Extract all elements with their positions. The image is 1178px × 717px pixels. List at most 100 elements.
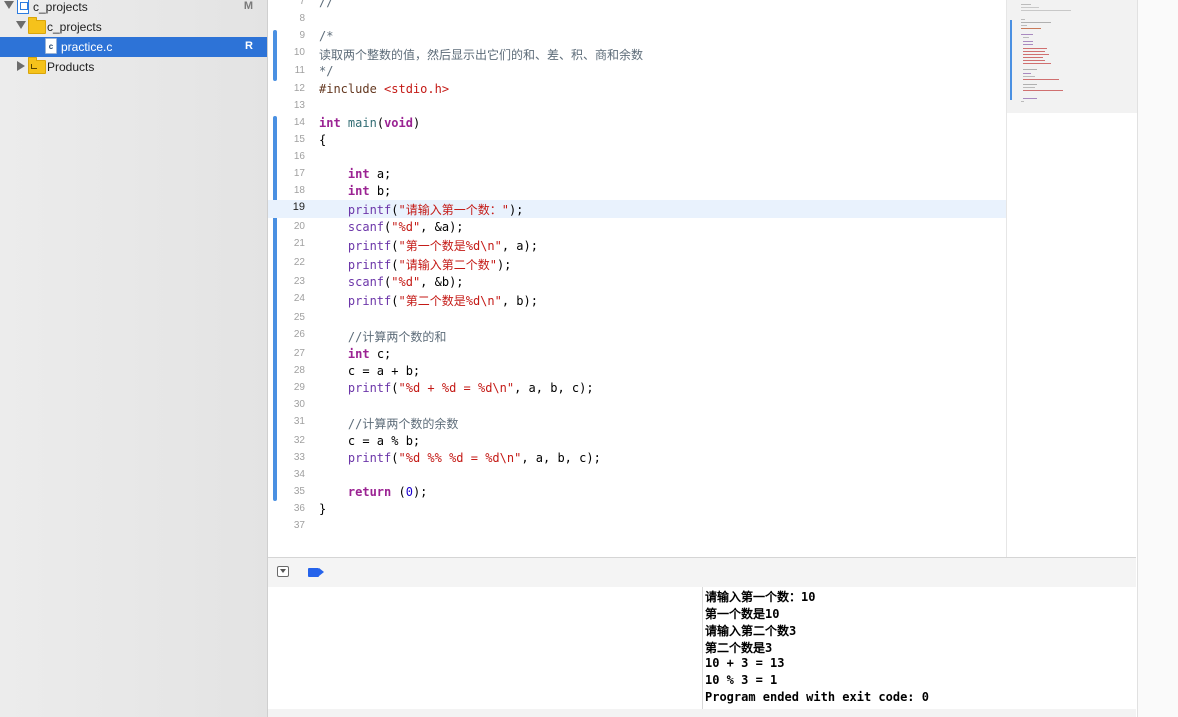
code-line[interactable]: 11 */ [268, 63, 1006, 81]
code-line[interactable]: 14 int main(void) [268, 115, 1006, 133]
code-text[interactable]: printf("%d %% %d = %d\n", a, b, c); [319, 451, 601, 465]
line-number[interactable]: 36 [268, 503, 305, 514]
code-line[interactable]: 17 int a; [268, 166, 1006, 184]
code-line[interactable]: 8 [268, 11, 1006, 29]
code-text[interactable]: printf("第一个数是%d\n", a); [319, 237, 538, 254]
code-line[interactable]: 13 [268, 98, 1006, 116]
code-text[interactable]: scanf("%d", &a); [319, 220, 464, 234]
code-text[interactable]: return (0); [319, 485, 428, 499]
code-line[interactable]: 15 { [268, 132, 1006, 150]
code-line[interactable]: 12 #include <stdio.h> [268, 81, 1006, 99]
line-number[interactable]: 29 [268, 382, 305, 393]
code-text[interactable]: printf("%d + %d = %d\n", a, b, c); [319, 381, 594, 395]
line-number[interactable]: 7 [268, 0, 305, 7]
code-text[interactable]: //计算两个数的余数 [319, 415, 458, 432]
line-number[interactable]: 27 [268, 348, 305, 359]
code-line[interactable]: 21 printf("第一个数是%d\n", a); [268, 236, 1006, 254]
code-line[interactable]: 30 [268, 397, 1006, 415]
code-line[interactable]: 10 读取两个整数的值，然后显示出它们的和、差、积、商和余数 [268, 45, 1006, 63]
code-text[interactable]: printf("请输入第一个数："); [319, 201, 524, 218]
code-line[interactable]: 33 printf("%d %% %d = %d\n", a, b, c); [268, 450, 1006, 468]
line-number[interactable]: 37 [268, 520, 305, 531]
code-text[interactable]: /* [319, 29, 333, 43]
code-text[interactable]: int main(void) [319, 116, 420, 130]
code-line[interactable]: 36} [268, 501, 1006, 519]
line-number[interactable]: 24 [268, 293, 305, 304]
code-line[interactable]: 32 c = a % b; [268, 433, 1006, 451]
code-text[interactable]: printf("请输入第二个数"); [319, 256, 512, 273]
code-text[interactable]: } [319, 502, 326, 516]
disclosure-triangle-icon[interactable] [16, 21, 26, 29]
line-number[interactable]: 20 [268, 221, 305, 232]
line-number[interactable]: 16 [268, 151, 305, 162]
line-number[interactable]: 35 [268, 486, 305, 497]
code-line[interactable]: 28 c = a + b; [268, 363, 1006, 381]
line-number[interactable]: 26 [268, 329, 305, 340]
line-number[interactable]: 32 [268, 435, 305, 446]
code-text[interactable]: int b; [319, 184, 391, 198]
code-line[interactable]: 27 int c; [268, 346, 1006, 364]
code-line[interactable]: 35 return (0); [268, 484, 1006, 502]
breakpoint-toggle-icon[interactable] [308, 568, 324, 577]
code-text[interactable]: #include <stdio.h> [319, 82, 449, 96]
code-line[interactable]: 19 printf("请输入第一个数："); [268, 200, 1006, 218]
line-number[interactable]: 21 [268, 238, 305, 249]
code-text[interactable]: c = a % b; [319, 434, 420, 448]
console-output[interactable]: 请输入第一个数：10 第一个数是10 请输入第二个数3 第二个数是3 10 + 3 = … [703, 587, 1136, 717]
nav-item-products[interactable]: Products [0, 57, 267, 77]
code-line[interactable]: 37 [268, 518, 1006, 536]
line-number[interactable]: 18 [268, 185, 305, 196]
line-number[interactable]: 13 [268, 100, 305, 111]
disclosure-triangle-icon[interactable] [17, 61, 25, 71]
line-number[interactable]: 23 [268, 276, 305, 287]
code-text[interactable]: { [319, 133, 326, 147]
code-line[interactable]: 23 scanf("%d", &b); [268, 274, 1006, 292]
console-line: 第二个数是3 [705, 641, 773, 655]
code-line[interactable]: 24 printf("第二个数是%d\n", b); [268, 291, 1006, 309]
code-text[interactable]: int a; [319, 167, 391, 181]
code-text[interactable]: int c; [319, 347, 391, 361]
line-number[interactable]: 33 [268, 452, 305, 463]
line-number[interactable]: 15 [268, 134, 305, 145]
line-number[interactable]: 34 [268, 469, 305, 480]
source-editor[interactable]: 7 // 8 9 /* 10 读取两个整数的值，然后显示出它们的和、差、积、商和余数 11 */… [268, 0, 1006, 557]
code-line[interactable]: 20 scanf("%d", &a); [268, 219, 1006, 237]
line-number[interactable]: 28 [268, 365, 305, 376]
code-line[interactable]: 18 int b; [268, 183, 1006, 201]
code-line[interactable]: 22 printf("请输入第二个数"); [268, 255, 1006, 273]
line-number[interactable]: 22 [268, 257, 305, 268]
disclosure-triangle-icon[interactable] [4, 1, 14, 9]
line-number[interactable]: 31 [268, 416, 305, 427]
nav-item-project[interactable]: c_projects M [0, 0, 267, 17]
code-text[interactable]: // [319, 0, 333, 9]
hide-debug-area-icon[interactable] [277, 566, 289, 577]
code-line[interactable]: 25 [268, 310, 1006, 328]
line-number[interactable]: 19 [268, 201, 305, 213]
code-text[interactable]: c = a + b; [319, 364, 420, 378]
line-number[interactable]: 8 [268, 13, 305, 24]
code-text[interactable]: scanf("%d", &b); [319, 275, 464, 289]
code-line[interactable]: 31 //计算两个数的余数 [268, 414, 1006, 432]
nav-item-file-selected[interactable]: c practice.c R [0, 37, 267, 57]
line-number[interactable]: 11 [268, 65, 305, 76]
line-number[interactable]: 12 [268, 83, 305, 94]
line-number[interactable]: 17 [268, 168, 305, 179]
minimap-line [1023, 63, 1051, 65]
line-number[interactable]: 10 [268, 47, 305, 58]
minimap[interactable] [1006, 0, 1137, 557]
code-text[interactable]: */ [319, 64, 333, 78]
code-text[interactable]: 读取两个整数的值，然后显示出它们的和、差、积、商和余数 [319, 46, 643, 63]
code-text[interactable]: //计算两个数的和 [319, 328, 446, 345]
line-number[interactable]: 14 [268, 117, 305, 128]
code-line[interactable]: 29 printf("%d + %d = %d\n", a, b, c); [268, 380, 1006, 398]
nav-item-group[interactable]: c_projects [0, 17, 267, 37]
code-line[interactable]: 34 [268, 467, 1006, 485]
line-number[interactable]: 30 [268, 399, 305, 410]
line-number[interactable]: 9 [268, 30, 305, 41]
code-line[interactable]: 9 /* [268, 28, 1006, 46]
code-line[interactable]: 16 [268, 149, 1006, 167]
code-text[interactable]: printf("第二个数是%d\n", b); [319, 292, 538, 309]
variables-view[interactable] [268, 587, 703, 717]
code-line[interactable]: 26 //计算两个数的和 [268, 327, 1006, 345]
line-number[interactable]: 25 [268, 312, 305, 323]
